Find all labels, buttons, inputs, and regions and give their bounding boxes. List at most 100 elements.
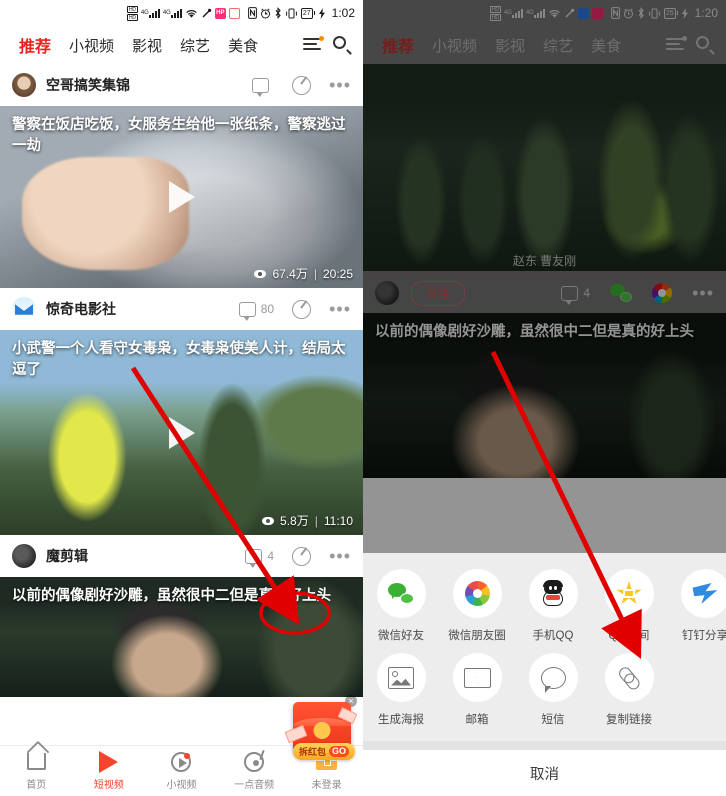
video-circle-icon: [171, 751, 192, 772]
channel-name[interactable]: 惊奇电影社: [46, 299, 229, 319]
tab-short-video[interactable]: 小视频: [60, 35, 123, 56]
avatar[interactable]: [12, 297, 36, 321]
card-header-2[interactable]: 惊奇电影社 80 •••: [0, 288, 363, 330]
nav-label: 一点音频: [234, 780, 275, 791]
wifi-icon: [185, 8, 198, 19]
home-icon: [26, 753, 46, 770]
video-thumbnail-1[interactable]: 警察在饭店吃饭，女服务生给他一张纸条，警察逃过一劫 67.4万 | 20:25: [0, 106, 363, 288]
avatar[interactable]: [12, 73, 36, 97]
share-label: 邮箱: [465, 714, 489, 726]
meta-separator: |: [313, 266, 317, 281]
red-packet-widget[interactable]: × 拆红包 GO: [284, 695, 358, 760]
app-badge-icon: [228, 7, 240, 19]
nfc-icon: [247, 7, 257, 19]
right-screen: HD HD 4G 4G 25 1:20 推荐 小视频 影视 综艺 美食 赵东 曹…: [363, 0, 726, 796]
tab-recommend[interactable]: 推荐: [10, 33, 60, 57]
video-duration: 11:10: [323, 513, 353, 528]
comment-icon: [238, 301, 256, 321]
more-dots-icon[interactable]: •••: [329, 76, 351, 94]
signal-icon-1: 4G: [141, 8, 160, 18]
channel-name[interactable]: 空哥搞笑集锦: [46, 75, 242, 95]
share-label: 手机QQ: [532, 630, 574, 642]
tab-food[interactable]: 美食: [219, 35, 267, 56]
video-thumbnail-2[interactable]: 小武警一个人看守女毒枭，女毒枭使美人计，结局太逗了 5.8万 | 11:10: [0, 330, 363, 535]
nav-label: 小视频: [166, 780, 197, 791]
clock-time: 1:02: [331, 6, 355, 20]
views-eye-icon: [254, 269, 267, 278]
channel-name[interactable]: 魔剪辑: [46, 546, 235, 566]
play-button-icon[interactable]: [168, 181, 195, 213]
share-label: 生成海报: [378, 714, 424, 726]
nav-label: 短视频: [93, 780, 124, 791]
share-row-2: 生成海报 邮箱 短信 复制链接: [363, 647, 726, 741]
comment-count: 4: [267, 549, 275, 563]
comment-icon: [252, 77, 270, 97]
share-icon[interactable]: [292, 299, 312, 319]
video-title: 警察在饭店吃饭，女服务生给他一张纸条，警察逃过一劫: [12, 117, 346, 154]
video-duration: 20:25: [322, 266, 353, 281]
avatar[interactable]: [12, 544, 36, 568]
battery-icon: 27: [300, 7, 315, 19]
comment-button[interactable]: 4: [245, 548, 275, 568]
share-icon-highlighted[interactable]: [292, 546, 312, 566]
tab-variety[interactable]: 综艺: [171, 35, 219, 56]
hp-badge-icon: HP: [214, 7, 226, 19]
share-label: QQ空间: [608, 630, 650, 642]
nav-item-audio[interactable]: 一点音频: [218, 751, 291, 791]
search-icon[interactable]: [333, 36, 352, 55]
share-option-moments[interactable]: 微信朋友圈: [439, 569, 515, 643]
card-header-1[interactable]: 空哥搞笑集锦 •••: [0, 64, 363, 106]
share-option-sms[interactable]: 短信: [515, 653, 591, 727]
more-dots-icon[interactable]: •••: [329, 300, 351, 318]
share-label: 微信朋友圈: [448, 630, 506, 642]
video-title: 以前的偶像剧好沙雕，虽然很中二但是真的好上头: [12, 588, 331, 604]
nav-item-mini-video[interactable]: 小视频: [145, 751, 218, 791]
nav-item-short-video[interactable]: 短视频: [73, 750, 146, 791]
share-label: 短信: [541, 714, 565, 726]
views-eye-icon: [262, 516, 275, 525]
comment-button[interactable]: 80: [238, 301, 275, 321]
qq-penguin-icon: [542, 579, 564, 607]
share-icon[interactable]: [292, 75, 312, 95]
share-option-poster[interactable]: 生成海报: [363, 653, 439, 727]
view-count: 5.8万: [280, 514, 309, 528]
comment-button[interactable]: [252, 77, 274, 97]
view-count: 67.4万: [272, 267, 308, 281]
sheet-divider: [363, 741, 726, 750]
share-option-dingtalk[interactable]: 钉钉分享: [667, 569, 726, 643]
nav-item-home[interactable]: 首页: [0, 751, 73, 791]
category-tabbar-left: 推荐 小视频 影视 综艺 美食: [0, 26, 363, 64]
video-meta-2: 5.8万 | 11:10: [262, 512, 353, 529]
share-option-qq[interactable]: 手机QQ: [515, 569, 591, 643]
hd-dual-sim-icon: HD HD: [126, 5, 138, 21]
wechat-icon: [388, 583, 414, 604]
mail-envelope-icon: [463, 667, 491, 688]
share-option-qzone[interactable]: QQ空间: [591, 569, 667, 643]
money-bill-icon: [284, 724, 308, 744]
hamburger-menu-icon[interactable]: [303, 36, 324, 52]
more-dots-icon[interactable]: •••: [329, 547, 351, 565]
comment-icon: [245, 548, 263, 568]
charging-icon: [318, 7, 326, 19]
share-option-wechat[interactable]: 微信好友: [363, 569, 439, 643]
play-button-icon[interactable]: [168, 416, 195, 449]
video-thumbnail-3[interactable]: 以前的偶像剧好沙雕，虽然很中二但是真的好上头: [0, 577, 363, 697]
share-sheet: 微信好友 微信朋友圈 手机QQ QQ空间 钉钉分享 生成海报 邮箱 短信 复制链…: [363, 553, 726, 796]
screenshot-root: HD HD 4G 4G HP 27 1:02 推荐 小视频 影视 综艺 美食 空…: [0, 0, 726, 796]
status-bar-left: HD HD 4G 4G HP 27 1:02: [0, 0, 363, 26]
open-red-packet-button[interactable]: 拆红包 GO: [293, 743, 355, 760]
sms-bubble-icon: [540, 666, 566, 693]
share-option-mail[interactable]: 邮箱: [439, 653, 515, 727]
card-header-3[interactable]: 魔剪辑 4 •••: [0, 535, 363, 577]
video-meta-1: 67.4万 | 20:25: [254, 265, 353, 282]
left-screen: HD HD 4G 4G HP 27 1:02 推荐 小视频 影视 综艺 美食 空…: [0, 0, 363, 796]
nav-label: 未登录: [311, 780, 342, 791]
bluetooth-icon: [274, 7, 282, 19]
badge-dot: [184, 752, 191, 759]
comment-count: 80: [260, 302, 275, 316]
cancel-button[interactable]: 取消: [363, 750, 726, 796]
share-row-1: 微信好友 微信朋友圈 手机QQ QQ空间 钉钉分享: [363, 553, 726, 647]
tab-movies[interactable]: 影视: [123, 35, 171, 56]
share-option-copy-link[interactable]: 复制链接: [591, 653, 667, 727]
nav-label: 首页: [26, 780, 47, 791]
